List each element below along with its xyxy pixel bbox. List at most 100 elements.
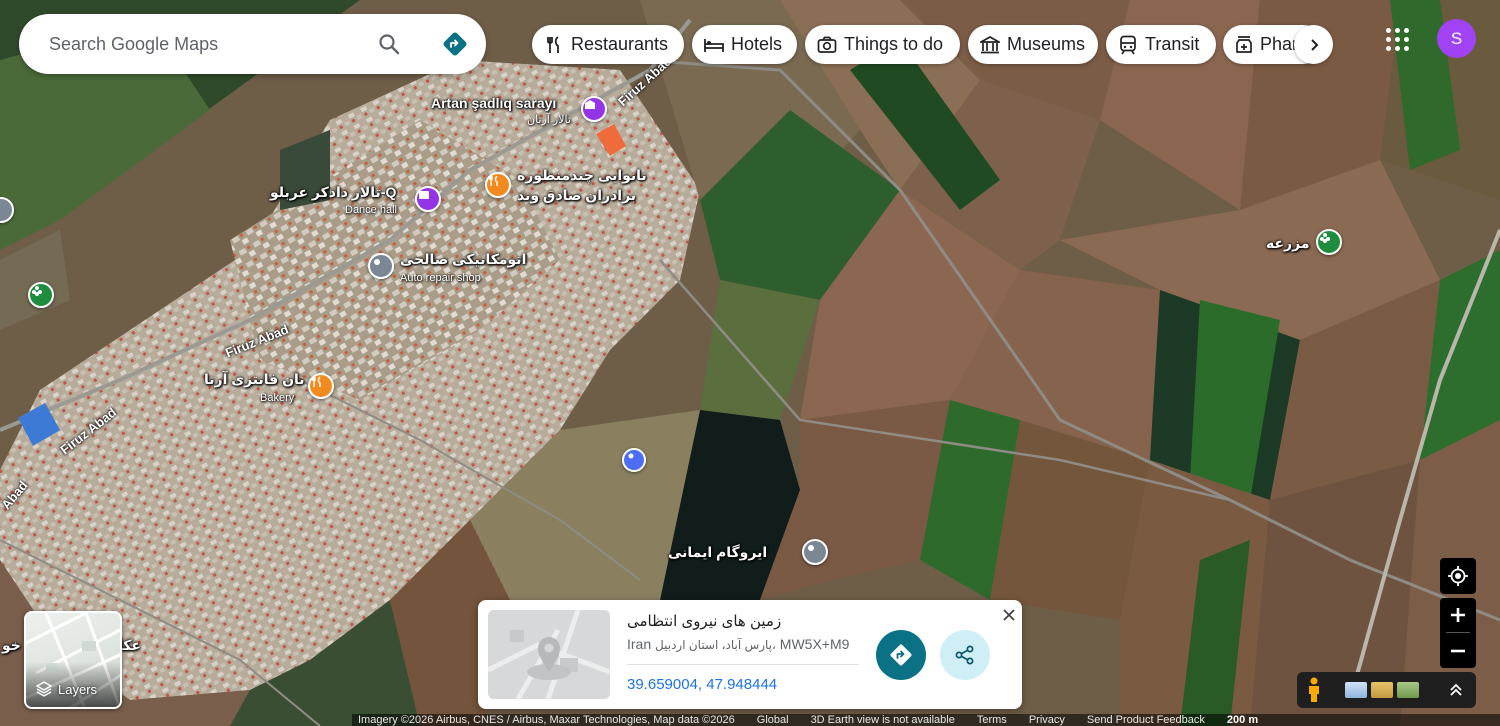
place-label-agro[interactable]: ایروگام ایمانی (668, 544, 767, 560)
service-pin-auto-repair[interactable] (368, 253, 394, 279)
restaurant-pin-bakery-2[interactable] (308, 373, 334, 399)
terrain-thumbnail[interactable] (1345, 682, 1367, 698)
layers-button[interactable]: Layers (24, 611, 122, 709)
close-icon (1003, 609, 1015, 621)
directions-icon (890, 644, 912, 666)
chip-label: Transit (1145, 34, 1200, 54)
venue-icon (585, 100, 595, 109)
bed-icon (704, 35, 724, 55)
train-icon (1118, 35, 1138, 55)
google-apps-button[interactable] (1382, 24, 1412, 54)
place-address: Iran پارس آباد، استان اردبیل، MW5X+M9 (627, 636, 867, 652)
location-marker-icon (628, 453, 634, 459)
place-card-close-button[interactable] (998, 604, 1020, 626)
traffic-thumbnail[interactable] (1371, 682, 1393, 698)
venue-pin-artan[interactable] (581, 96, 607, 122)
dot-icon (374, 259, 380, 265)
place-label-bakery-2-fa[interactable]: نان فانتزی آرنا (204, 371, 305, 387)
chip-label: Things to do (844, 34, 944, 54)
plus-icon (1451, 608, 1465, 622)
place-label-auto-repair-fa[interactable]: اتومکانیکی صالحی (400, 251, 526, 267)
venue-pin-dance-hall[interactable] (415, 186, 441, 212)
expand-tools-button[interactable] (1448, 682, 1464, 698)
place-label-dance-hall: Dance hall (345, 204, 397, 216)
chip-restaurants[interactable]: Restaurants (532, 25, 684, 64)
chip-label: Hotels (731, 34, 783, 54)
place-title: زمین های نیروی انتظامی (627, 613, 782, 630)
place-label-bakery-1-line1[interactable]: نانوایی چندمنظوره (517, 167, 647, 183)
zoom-in-button[interactable] (1440, 598, 1476, 632)
scale-label[interactable]: 200 m (1227, 714, 1258, 726)
pharmacy-icon (1235, 35, 1253, 55)
fork-knife-icon (489, 175, 498, 186)
fork-knife-icon (544, 35, 564, 55)
layers-label: Layers (58, 681, 98, 697)
map-footer: Imagery ©2026 Airbus, CNES / Airbus, Max… (352, 714, 1500, 726)
chevron-double-up-icon (1450, 683, 1462, 696)
place-label-bakery-2: Bakery (260, 392, 295, 404)
fork-knife-icon (312, 376, 321, 387)
chip-transit[interactable]: Transit (1106, 25, 1216, 64)
apps-grid-icon (1386, 28, 1391, 33)
map-tools-bar (1297, 672, 1476, 708)
place-label-left-edge-2: خو (2, 637, 21, 653)
chip-things-to-do[interactable]: Things to do (805, 25, 960, 64)
chips-next-button[interactable] (1294, 25, 1333, 64)
place-thumbnail[interactable] (488, 610, 610, 699)
pegman-icon (1309, 677, 1319, 702)
farm-pin[interactable] (1316, 229, 1342, 255)
search-box[interactable] (19, 14, 486, 74)
footer-3d-notice: 3D Earth view is not available (810, 714, 955, 726)
chip-museums[interactable]: Museums (968, 25, 1098, 64)
place-label-bakery-1-line2: برادران صادق وند (517, 187, 637, 203)
placeholder-map-image (488, 610, 610, 699)
flower-icon (32, 286, 42, 296)
place-region: پارس آباد، استان اردبیل، (655, 638, 776, 652)
place-label-farm[interactable]: مزرعه (1266, 235, 1310, 251)
restaurant-pin-bakery-1[interactable] (485, 172, 511, 198)
transit-thumbnail[interactable] (1397, 682, 1419, 698)
share-icon (955, 645, 974, 665)
place-label-artan-fa: تالار آرتان (527, 114, 571, 126)
search-icon (379, 34, 400, 55)
place-share-button[interactable] (940, 630, 990, 680)
chip-label: Museums (1007, 34, 1086, 54)
my-location-button[interactable] (1440, 558, 1476, 594)
place-coordinates[interactable]: 39.659004, 47.948444 (627, 676, 777, 693)
imagery-attribution: Imagery ©2026 Airbus, CNES / Airbus, Max… (358, 714, 735, 726)
place-card[interactable]: زمین های نیروی انتظامی Iran پارس آباد، ا… (478, 600, 1022, 709)
museum-icon (980, 35, 1000, 55)
zoom-out-button[interactable] (1440, 634, 1476, 668)
search-input[interactable] (49, 33, 369, 55)
account-avatar[interactable]: S (1437, 19, 1476, 58)
flower-icon (1320, 233, 1330, 243)
place-label-auto-repair: Auto repair shop (400, 272, 481, 284)
minus-icon (1451, 649, 1465, 653)
dot-icon (808, 545, 814, 551)
venue-icon (419, 191, 429, 199)
dot-icon (0, 199, 4, 213)
place-label-dance-hall-fa[interactable]: تالار دادکر عربلو-Q (270, 184, 396, 200)
selected-location-pin[interactable] (622, 448, 646, 472)
place-label-artan[interactable]: Artan şadlıq sarayı (431, 95, 556, 111)
farm-pin-left[interactable] (28, 282, 54, 308)
footer-terms-link[interactable]: Terms (977, 714, 1007, 726)
service-pin-agro[interactable] (802, 539, 828, 565)
chip-hotels[interactable]: Hotels (692, 25, 797, 64)
footer-global-link[interactable]: Global (757, 714, 789, 726)
camera-icon (817, 35, 837, 55)
chip-label: Restaurants (571, 34, 669, 54)
footer-feedback-link[interactable]: Send Product Feedback (1087, 714, 1205, 726)
search-button[interactable] (374, 29, 404, 59)
footer-privacy-link[interactable]: Privacy (1029, 714, 1065, 726)
directions-icon (443, 32, 467, 56)
zoom-controls (1440, 598, 1476, 668)
chevron-right-icon (1310, 38, 1318, 51)
layers-icon (36, 681, 52, 697)
my-location-icon (1448, 566, 1468, 586)
street-view-pegman[interactable] (1297, 672, 1331, 708)
place-plus-code: MW5X+M9 (779, 636, 850, 652)
directions-button[interactable] (437, 26, 473, 62)
place-country: Iran (627, 636, 652, 652)
place-directions-button[interactable] (876, 630, 926, 680)
